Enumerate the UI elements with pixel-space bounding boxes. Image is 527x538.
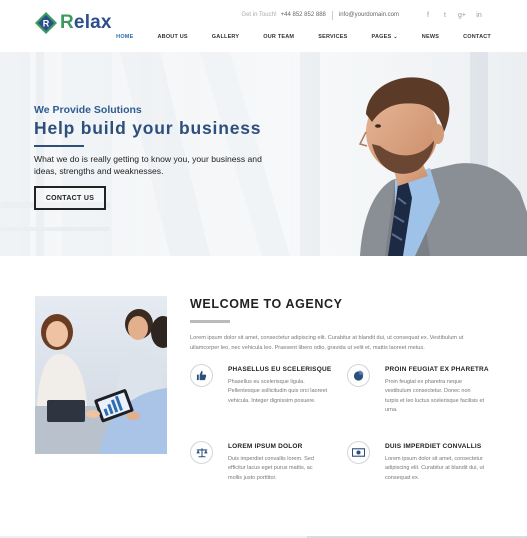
phone-number[interactable]: +44 852 852 888 — [281, 12, 326, 18]
facebook-icon[interactable]: f — [423, 12, 433, 19]
hero-title-underline — [34, 145, 84, 147]
welcome-description: Lorem ipsum dolor sit amet, consectetur … — [190, 335, 464, 351]
get-in-touch-label: Get in Touch! — [241, 12, 277, 18]
nav-pages-label: PAGES — [371, 34, 392, 40]
team-meeting-photo — [35, 296, 167, 454]
feature-text: Phasellus eu scelerisque ligula. Pellent… — [228, 379, 328, 404]
hero-title: Help build your business — [34, 118, 262, 138]
twitter-icon[interactable]: t — [440, 12, 450, 19]
nav-home[interactable]: HOME — [116, 34, 133, 40]
feature-title: DUIS IMPERDIET CONVALLIS — [385, 443, 482, 450]
google-plus-icon[interactable]: g+ — [457, 12, 467, 19]
chevron-down-icon: ⌄ — [393, 34, 398, 40]
nav-pages[interactable]: PAGES ⌄ — [372, 34, 398, 40]
svg-text:R: R — [43, 19, 50, 29]
pie-chart-icon — [347, 364, 370, 387]
linkedin-icon[interactable]: in — [474, 12, 484, 19]
site-header: R Relax Get in Touch! +44 852 852 888 in… — [0, 0, 527, 52]
main-nav: HOME ABOUT US GALLERY OUR TEAM SERVICES … — [92, 34, 491, 40]
welcome-title-underline — [190, 320, 230, 323]
nav-contact[interactable]: CONTACT — [463, 34, 491, 40]
thumbs-up-icon — [190, 364, 213, 387]
feature-title: LOREM IPSUM DOLOR — [228, 443, 303, 450]
top-bar: Get in Touch! +44 852 852 888 info@yourd… — [241, 9, 527, 21]
feature-title: PROIN FEUGIAT EX PHARETRA — [385, 366, 489, 373]
feature-text: Duis imperdiet convallis lorem. Sed effi… — [228, 456, 314, 481]
nav-gallery[interactable]: GALLERY — [212, 34, 239, 40]
email-link[interactable]: info@yourdomain.com — [339, 12, 399, 18]
nav-services[interactable]: SERVICES — [318, 34, 347, 40]
welcome-title: WELCOME TO AGENCY — [190, 297, 343, 311]
balance-scale-icon — [190, 441, 213, 464]
nav-about-us[interactable]: ABOUT US — [157, 34, 187, 40]
nav-news[interactable]: NEWS — [422, 34, 439, 40]
money-icon — [347, 441, 370, 464]
logo-mark-icon: R — [35, 12, 57, 34]
logo-text: Relax — [60, 12, 112, 33]
feature-text: Lorem ipsum dolor sit amet, consectetur … — [385, 456, 485, 481]
divider — [331, 10, 333, 20]
feature-text: Proin feugiat ex pharetra neque vestibul… — [385, 379, 485, 413]
feature-title: PHASELLUS EU SCELERISQUE — [228, 366, 332, 373]
contact-us-button[interactable]: CONTACT US — [34, 186, 106, 210]
hero-subtitle: We Provide Solutions — [34, 104, 142, 116]
logo[interactable]: R Relax — [35, 12, 112, 34]
hero-banner: We Provide Solutions Help build your bus… — [0, 52, 527, 256]
hero-description: What we do is really getting to know you… — [34, 154, 262, 176]
nav-our-team[interactable]: OUR TEAM — [263, 34, 294, 40]
social-links: f t g+ in — [416, 12, 484, 19]
